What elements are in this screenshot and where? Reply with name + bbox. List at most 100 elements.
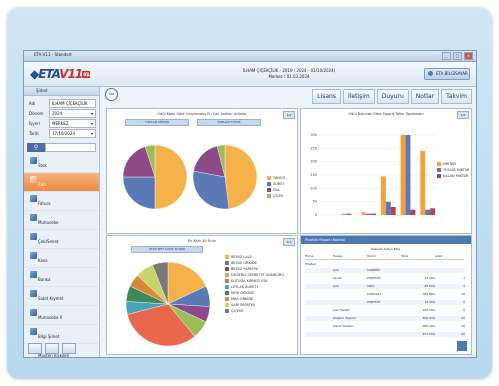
table-cell xyxy=(333,300,367,305)
table-cell xyxy=(367,332,401,337)
table-cell xyxy=(367,316,401,321)
sidebar-item-label: Bilgi Şirket xyxy=(38,334,60,339)
table-row[interactable]: Çek CİRO 40 000 3 xyxy=(305,284,465,289)
module-icon xyxy=(30,309,37,316)
bar-2-3 xyxy=(390,207,396,215)
minimize-button[interactable]: _ xyxy=(442,52,451,60)
top10-tab[interactable]: 1/4 xyxy=(283,238,295,246)
module-nav: Stok Cari Fatura Muhasebe Çek/Senet Kasa Banka… xyxy=(24,154,99,357)
table-cell: 3 xyxy=(463,284,465,288)
module-icon xyxy=(30,290,37,297)
table-cell xyxy=(305,276,333,281)
bar-2-2 xyxy=(371,213,377,215)
table-cell: 12 000 xyxy=(424,300,436,304)
top-menu: Lisans İletişim Duyuru Notlar Takvim xyxy=(312,89,472,104)
topmenu-1[interactable]: İletişim xyxy=(342,89,375,104)
legend-item: MOR ORKİDE xyxy=(225,290,284,295)
table-cell xyxy=(367,308,401,313)
footer-button-1[interactable] xyxy=(28,343,42,354)
table-row[interactable]: Çek TANDEM xyxy=(305,268,465,273)
table-row[interactable]: Senet PORTFÖY 12 000 1 xyxy=(305,276,465,281)
table-cell: 12 000 xyxy=(424,276,436,280)
col-adet[interactable]: Adet xyxy=(435,254,465,259)
search-input[interactable] xyxy=(45,143,96,152)
app-window: ETA:V11 - Standart _ □ × ◆ETAV11SQL İLHA… xyxy=(23,50,477,358)
topmenu-0[interactable]: Lisans xyxy=(312,89,341,104)
col-hesap[interactable]: Hesap xyxy=(333,254,367,259)
bar-chart-svg: 300 250 200 150 100 50 0 xyxy=(310,133,437,217)
module-icon xyxy=(30,252,37,259)
brand-bar: ◆ETAV11SQL İLHAM ÇİÇEKÇİLİK - 2019 / 202… xyxy=(24,62,476,87)
table-row[interactable]: TAHSİLAT 381 800 10 xyxy=(305,292,465,297)
module-icon xyxy=(30,233,37,240)
table-cell: TAHSİLAT xyxy=(367,292,382,296)
sidebar-item-8[interactable]: Muhasebe II xyxy=(24,306,99,325)
bar-0-1 xyxy=(341,213,347,215)
title-bar: ETA:V11 - Standart _ □ × xyxy=(24,51,476,62)
pivot-header: Pivotlar Raporu Kontrol xyxy=(301,236,471,244)
table-row[interactable]: Çek Toplam 250 000 5 xyxy=(305,308,465,313)
legend-item: BEYAZ ORKİDE xyxy=(225,260,284,265)
search-box: ⚲ xyxy=(27,143,96,152)
footer-button-3[interactable] xyxy=(62,343,76,354)
legend-item: TESLİM MİKTAR xyxy=(437,167,469,172)
pivot-settings-button[interactable] xyxy=(457,341,467,351)
pie-legend: TANGO SURET DAL ÇİÇEK xyxy=(267,175,285,199)
col-firma[interactable]: Firma xyxy=(305,254,333,259)
legend-item: BEYAZ PAPATYA xyxy=(225,266,284,271)
module-icon xyxy=(30,328,37,335)
workplace-select[interactable]: MERKEZ ▾ xyxy=(49,119,96,128)
period-select[interactable]: 2024 ▾ xyxy=(49,109,96,118)
sidebar-item-7[interactable]: Sabit Kıymet xyxy=(24,287,99,306)
table-cell: Çek xyxy=(333,268,339,272)
legend-item: LEYLAK BUKETİ xyxy=(225,284,284,289)
table-cell xyxy=(401,268,435,273)
sidebar-item-3[interactable]: Muhasebe xyxy=(24,211,99,230)
table-row[interactable]: Genel Toplam 900 000 25 xyxy=(305,324,465,329)
table-cell: Genel Toplam xyxy=(333,324,354,328)
legend-item: DAL xyxy=(267,187,285,192)
table-cell: 2 xyxy=(463,300,465,304)
company-name-field[interactable]: İLHAM ÇİÇEKÇİLİK xyxy=(49,99,96,108)
table-row[interactable]: Müşteri Toplam 600 000 22 xyxy=(305,316,465,321)
col-tanim[interactable]: Tanım xyxy=(367,254,401,259)
table-cell: 900 000 xyxy=(422,324,435,328)
sidebar-item-label: Banka xyxy=(38,277,51,282)
table-cell: PORTFÖY xyxy=(367,300,381,304)
y-tick: 150 xyxy=(310,173,317,177)
maximize-button[interactable]: □ xyxy=(453,52,462,60)
pie2-subtitle: TOPLAM TUTAR xyxy=(197,119,261,126)
table-row[interactable]: 677 000 26 xyxy=(305,332,465,337)
topmenu-2[interactable]: Duyuru xyxy=(376,89,409,104)
search-icon[interactable]: ⚲ xyxy=(27,143,45,152)
pie-panel-tab[interactable]: 1/4 xyxy=(283,111,295,119)
sidebar-item-5[interactable]: Kasa xyxy=(24,249,99,268)
top10-legend: BEYAZ LALE BEYAZ ORKİDE BEYAZ PAPATYA DEĞER… xyxy=(225,254,284,314)
table-row[interactable]: PORTFÖY 12 000 2 xyxy=(305,300,465,305)
back-button[interactable]: ⇦ xyxy=(105,88,118,101)
topmenu-4[interactable]: Takvim xyxy=(441,89,472,104)
y-tick: 200 xyxy=(310,160,317,164)
sidebar-item-6[interactable]: Banka xyxy=(24,268,99,287)
topmenu-3[interactable]: Notlar xyxy=(410,89,440,104)
y-tick: 100 xyxy=(310,186,317,190)
y-tick: 0 xyxy=(315,213,317,217)
footer-button-2[interactable] xyxy=(45,343,59,354)
table-cell: 25 xyxy=(461,324,465,328)
sidebar-item-9[interactable]: Bilgi Şirket xyxy=(24,325,99,344)
sidebar-item-1[interactable]: Cari xyxy=(24,173,99,192)
sidebar-item-2[interactable]: Fatura xyxy=(24,192,99,211)
legend-item: KUTUDA KIRMIZI GÜL xyxy=(225,278,284,283)
sidebar-item-label: Sabit Kıymet xyxy=(38,296,64,301)
pivot-drop-zone[interactable]: Gelecek Sütun Ekle xyxy=(371,247,400,251)
close-button[interactable]: × xyxy=(464,52,473,60)
top10-pie-svg xyxy=(125,261,211,347)
bar-panel-tab[interactable]: 1/4 xyxy=(457,111,469,119)
sidebar-footer xyxy=(28,343,76,354)
sidebar-item-4[interactable]: Çek/Senet xyxy=(24,230,99,249)
table-cell xyxy=(305,308,333,313)
sidebar-item-0[interactable]: Stok xyxy=(24,154,99,173)
user-menu-button[interactable]: ETA BİLGİSAYAR xyxy=(424,68,470,80)
col-tutar[interactable]: Tutar xyxy=(401,254,435,259)
date-field[interactable]: 17/10/2024 ▾ xyxy=(49,129,96,138)
